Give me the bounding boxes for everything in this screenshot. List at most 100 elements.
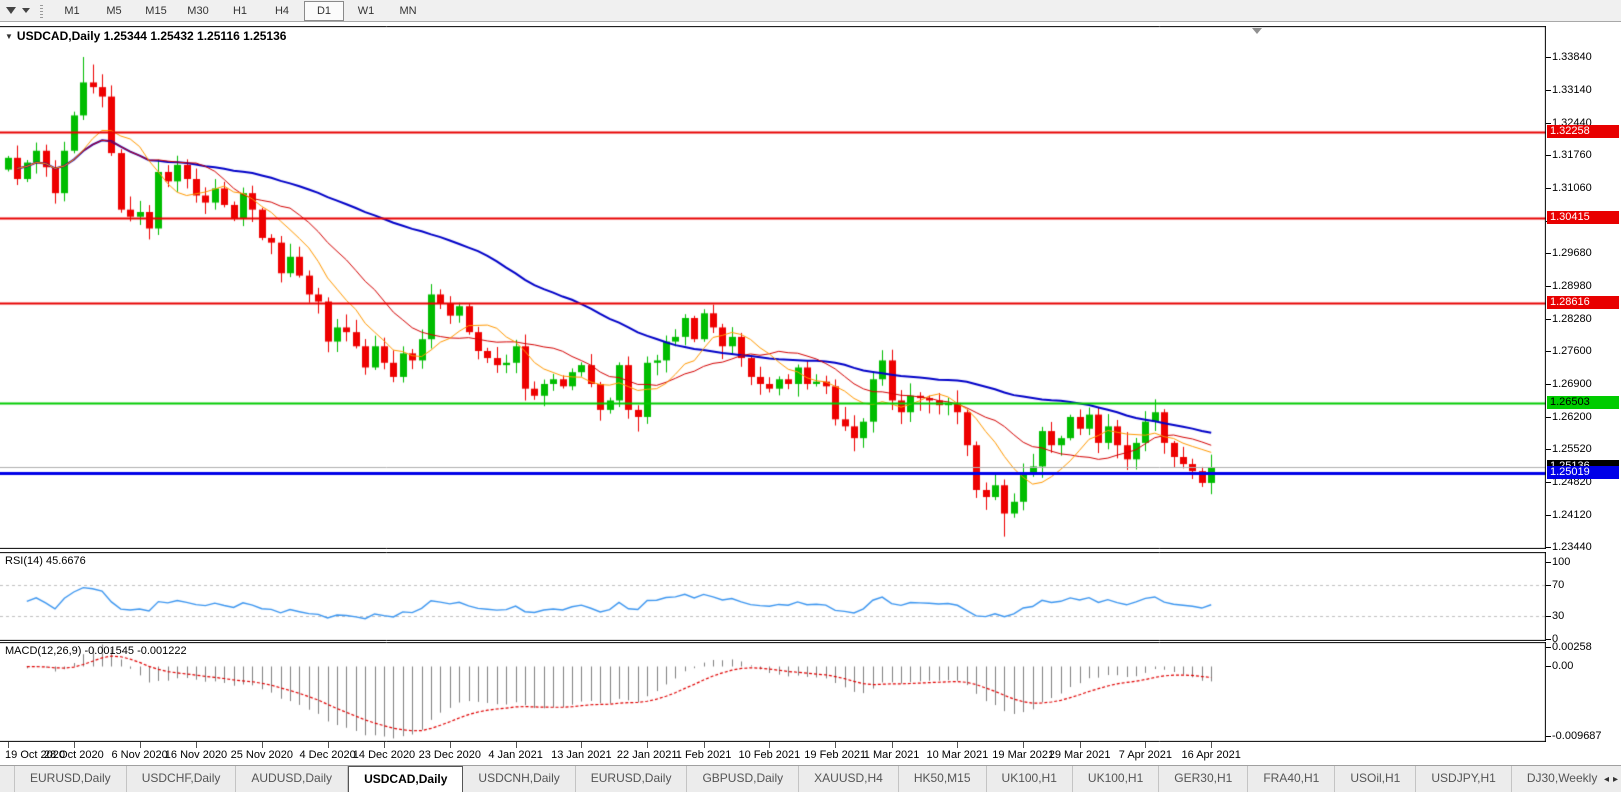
date-label: 13 Jan 2021 bbox=[551, 749, 612, 761]
current-price-chip: 1.25136 bbox=[1547, 460, 1619, 474]
timeframe-button-d1[interactable]: D1 bbox=[304, 0, 344, 21]
timeframe-button-mn[interactable]: MN bbox=[388, 1, 428, 21]
macd-label: MACD(12,26,9) -0.001545 -0.001222 bbox=[5, 645, 187, 657]
chart-title: ▼ USDCAD,Daily 1.25344 1.25432 1.25116 1.… bbox=[5, 29, 286, 43]
chart-shift-marker-icon[interactable] bbox=[1252, 28, 1262, 34]
axis-tick-mark bbox=[1546, 57, 1551, 58]
axis-tick-mark bbox=[1546, 639, 1551, 640]
date-label: 19 Mar 2021 bbox=[992, 749, 1055, 761]
date-label: 25 Nov 2020 bbox=[230, 749, 293, 761]
price-tick-label: 1.32440 bbox=[1552, 116, 1592, 129]
chart-tab-usoil-h1[interactable]: USOil,H1 bbox=[1335, 766, 1417, 792]
date-tick-mark bbox=[1211, 742, 1213, 748]
price-tick-label: 1.25520 bbox=[1552, 442, 1592, 455]
chart-tab-usdcnh-daily[interactable]: USDCNH,Daily bbox=[463, 766, 576, 792]
axis-tick-mark bbox=[1546, 665, 1551, 667]
chart-tab-eurusd-daily[interactable]: EURUSD,Daily bbox=[576, 766, 688, 792]
date-tick-mark bbox=[327, 742, 329, 748]
date-tick-mark bbox=[1023, 742, 1025, 748]
date-tick-mark bbox=[1145, 742, 1147, 748]
hline-price-chip: 1.30415 bbox=[1547, 211, 1619, 225]
date-label: 4 Dec 2020 bbox=[299, 749, 356, 761]
date-label: 22 Jan 2021 bbox=[616, 749, 678, 761]
chart-tab-fra40-h1[interactable]: FRA40,H1 bbox=[1248, 766, 1336, 792]
date-tick-mark bbox=[515, 742, 517, 748]
date-tick-mark bbox=[581, 742, 583, 748]
date-label: 16 Nov 2020 bbox=[164, 749, 228, 761]
chart-tab-usdjpy-h1[interactable]: USDJPY,H1 bbox=[1416, 766, 1512, 792]
date-tick-mark bbox=[73, 742, 75, 748]
hline-price-chip: 1.32258 bbox=[1547, 124, 1619, 138]
date-label: 4 Jan 2021 bbox=[488, 749, 543, 761]
date-tick-mark bbox=[647, 742, 649, 748]
chart-tabs-bar: EURUSD,Daily USDCHF,Daily AUDUSD,Daily USDC… bbox=[0, 765, 1621, 792]
date-label: 10 Feb 2021 bbox=[738, 749, 801, 761]
chart-tab-usdcad-daily[interactable]: USDCAD,Daily bbox=[348, 766, 464, 792]
chart-tab-eurusd-daily[interactable]: EURUSD,Daily bbox=[14, 766, 127, 792]
chart-tab-uk100-h1[interactable]: UK100,H1 bbox=[987, 766, 1073, 792]
date-tick-mark bbox=[139, 742, 141, 748]
axis-tick-mark bbox=[1546, 154, 1551, 156]
mt4-window: M1 M5 M15 M30 H1 H4 D1 W1 MN ▼ USDCAD,Daily 1.253… bbox=[0, 0, 1621, 792]
chart-tab-uk100-h1[interactable]: UK100,H1 bbox=[1073, 766, 1160, 792]
chart-tab-ger30-h1[interactable]: GER30,H1 bbox=[1159, 766, 1249, 792]
axis-tick-mark bbox=[1546, 514, 1551, 516]
dropdown-caret-icon[interactable] bbox=[22, 8, 30, 13]
chart-tab-audusd-daily[interactable]: AUDUSD,Daily bbox=[236, 766, 349, 792]
hline-price-chip: 1.26503 bbox=[1547, 395, 1619, 409]
date-tick-mark bbox=[261, 742, 263, 748]
chart-title-text: USDCAD,Daily 1.25344 1.25432 1.25116 1.2… bbox=[16, 29, 287, 43]
timeframe-button-w1[interactable]: W1 bbox=[346, 1, 386, 21]
main-chart-canvas[interactable] bbox=[0, 26, 1546, 549]
axis-tick-mark bbox=[1546, 647, 1551, 648]
axis-tick-mark bbox=[1546, 546, 1551, 548]
chart-tab-usdchf-daily[interactable]: USDCHF,Daily bbox=[127, 766, 237, 792]
timeframe-button-h1[interactable]: H1 bbox=[220, 1, 260, 21]
chart-cursor-icon[interactable] bbox=[6, 7, 16, 14]
rsi-tick-label: 0 bbox=[1552, 633, 1559, 645]
chart-tab-hk50-m15[interactable]: HK50,M15 bbox=[899, 766, 987, 792]
chart-tab-gbpusd-daily[interactable]: GBPUSD,Daily bbox=[687, 766, 800, 792]
timeframe-button-m1[interactable]: M1 bbox=[52, 1, 92, 21]
axis-tick-mark bbox=[1546, 350, 1551, 352]
toolbar-grip-handle[interactable] bbox=[40, 3, 43, 18]
timeframe-button-m30[interactable]: M30 bbox=[178, 1, 218, 21]
chart-tab-dj30-weekly[interactable]: DJ30,Weekly bbox=[1512, 766, 1614, 792]
timeframe-button-m5[interactable]: M5 bbox=[94, 1, 134, 21]
date-label: 16 Apr 2021 bbox=[1181, 749, 1241, 761]
symbol-collapse-icon[interactable]: ▼ bbox=[5, 32, 13, 41]
timeframe-button-m15[interactable]: M15 bbox=[136, 1, 176, 21]
date-label: 14 Dec 2020 bbox=[352, 749, 416, 761]
axis-tick-mark bbox=[1546, 122, 1551, 124]
axis-tick-mark bbox=[1546, 562, 1551, 563]
macd-panel-canvas[interactable] bbox=[0, 642, 1546, 742]
tabs-scroll-left-icon[interactable]: ◂ bbox=[1604, 774, 1609, 785]
macd-tick-label: -0.009687 bbox=[1552, 729, 1602, 742]
date-label: 28 Oct 2020 bbox=[43, 749, 104, 761]
date-label: 23 Dec 2020 bbox=[418, 749, 481, 761]
date-label: 19 Oct 2020 bbox=[5, 749, 65, 761]
axis-tick-mark bbox=[1546, 252, 1551, 254]
price-tick-label: 1.29680 bbox=[1552, 246, 1592, 259]
tabs-scroll-right-icon[interactable]: ▸ bbox=[1613, 774, 1618, 785]
timeframe-button-h4[interactable]: H4 bbox=[262, 1, 302, 21]
axis-tick-mark bbox=[1546, 383, 1551, 385]
date-tick-mark bbox=[384, 742, 385, 748]
rsi-label: RSI(14) 45.6676 bbox=[5, 555, 86, 567]
price-tick-label: 1.23440 bbox=[1552, 540, 1592, 553]
date-label: 7 Apr 2021 bbox=[1118, 749, 1172, 761]
axis-tick-mark bbox=[1546, 481, 1551, 483]
price-tick-label: 1.27600 bbox=[1552, 344, 1592, 357]
date-tick-mark bbox=[957, 742, 959, 748]
rsi-panel-canvas[interactable] bbox=[0, 552, 1546, 641]
price-tick-label: 1.33140 bbox=[1552, 83, 1592, 96]
chart-tab-xauusd-h4[interactable]: XAUUSD,H4 bbox=[799, 766, 899, 792]
rsi-tick-label: 70 bbox=[1552, 579, 1565, 592]
macd-tick-label: 0.00 bbox=[1552, 659, 1574, 672]
date-label: 10 Mar 2021 bbox=[926, 749, 989, 761]
price-tick-label: 1.28980 bbox=[1552, 279, 1592, 292]
date-tick-mark bbox=[769, 742, 771, 748]
chart-tabs: EURUSD,Daily USDCHF,Daily AUDUSD,Daily USDC… bbox=[14, 766, 1621, 792]
date-label: 6 Nov 2020 bbox=[111, 749, 168, 761]
price-tick-label: 1.31060 bbox=[1552, 181, 1592, 194]
